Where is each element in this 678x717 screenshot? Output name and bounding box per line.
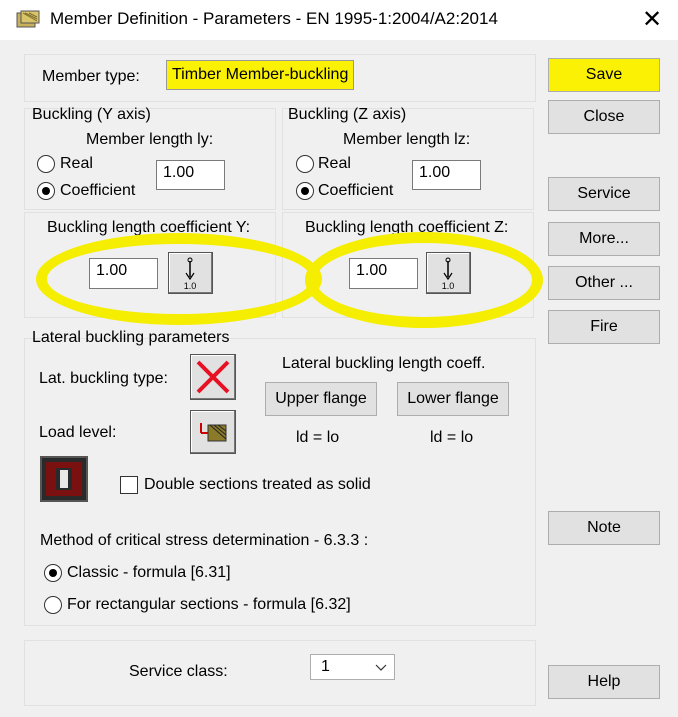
method-label: Method of critical stress determination … <box>40 532 369 549</box>
service-class-panel <box>24 640 536 706</box>
fire-button[interactable]: Fire <box>548 310 660 344</box>
lat-buckling-type-label: Lat. buckling type: <box>39 370 168 387</box>
upper-flange-formula: ld = lo <box>296 429 340 446</box>
more-button[interactable]: More... <box>548 222 660 256</box>
app-icon <box>16 10 40 28</box>
double-section-icon <box>46 462 82 496</box>
real-z-radio[interactable] <box>296 155 314 173</box>
load-level-button[interactable] <box>190 410 236 454</box>
chevron-down-icon <box>375 664 387 671</box>
real-y-label[interactable]: Real <box>60 155 93 173</box>
lateral-buckling-title: Lateral buckling parameters <box>32 329 230 346</box>
save-button[interactable]: Save <box>548 58 660 92</box>
member-length-y-label: Member length ly: <box>86 131 214 148</box>
coefficient-z-radio[interactable] <box>296 182 314 200</box>
other-button[interactable]: Other ... <box>548 266 660 300</box>
lateral-coeff-label: Lateral buckling length coeff. <box>282 355 486 372</box>
member-length-y-input[interactable]: 1.00 <box>156 160 225 190</box>
load-level-label: Load level: <box>39 424 117 441</box>
real-y-radio[interactable] <box>37 155 55 173</box>
member-length-z-input[interactable]: 1.00 <box>412 160 481 190</box>
lower-flange-button[interactable]: Lower flange <box>397 382 509 416</box>
upper-flange-button[interactable]: Upper flange <box>265 382 377 416</box>
buckling-z-title: Buckling (Z axis) <box>288 106 407 123</box>
highlight-ellipse-z <box>305 232 543 328</box>
highlight-ellipse-y <box>36 233 322 325</box>
coefficient-y-radio[interactable] <box>37 182 55 200</box>
buckling-y-title: Buckling (Y axis) <box>32 106 151 123</box>
service-class-select[interactable]: 1 <box>310 654 395 680</box>
lat-buckling-type-button[interactable] <box>190 354 236 400</box>
close-window-icon[interactable]: ✕ <box>638 6 666 34</box>
title-bar: Member Definition - Parameters - EN 1995… <box>0 0 678 40</box>
member-length-z-label: Member length lz: <box>343 131 471 148</box>
service-class-value: 1 <box>321 658 330 675</box>
rectangular-label[interactable]: For rectangular sections - formula [6.32… <box>67 596 351 614</box>
close-button[interactable]: Close <box>548 100 660 134</box>
service-class-label: Service class: <box>129 663 228 680</box>
help-button[interactable]: Help <box>548 665 660 699</box>
member-type-label: Member type: <box>42 68 140 85</box>
note-button[interactable]: Note <box>548 511 660 545</box>
double-sections-label[interactable]: Double sections treated as solid <box>144 476 371 494</box>
section-type-button[interactable] <box>40 456 88 502</box>
classic-label[interactable]: Classic - formula [6.31] <box>67 564 231 582</box>
red-cross-icon <box>196 360 230 394</box>
coefficient-z-label[interactable]: Coefficient <box>318 182 393 200</box>
classic-radio[interactable] <box>44 564 62 582</box>
window-title: Member Definition - Parameters - EN 1995… <box>50 9 498 28</box>
service-button[interactable]: Service <box>548 177 660 211</box>
load-level-icon <box>200 423 227 442</box>
rectangular-radio[interactable] <box>44 596 62 614</box>
double-sections-checkbox[interactable] <box>120 476 138 494</box>
member-type-field[interactable]: Timber Member-buckling <box>166 60 354 90</box>
coefficient-y-label[interactable]: Coefficient <box>60 182 135 200</box>
lower-flange-formula: ld = lo <box>430 429 474 446</box>
real-z-label[interactable]: Real <box>318 155 351 173</box>
